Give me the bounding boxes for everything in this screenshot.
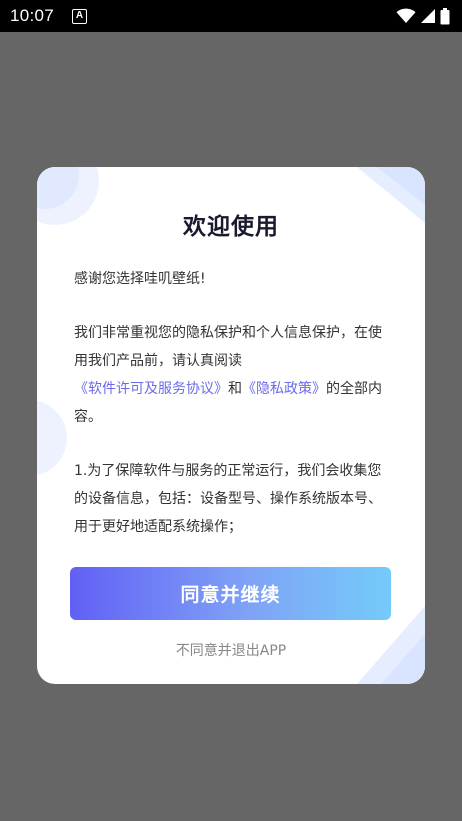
license-agreement-link[interactable]: 《软件许可及服务协议》 xyxy=(74,381,228,397)
privacy-policy-link[interactable]: 《隐私政策》 xyxy=(242,381,326,397)
battery-icon xyxy=(440,7,450,24)
notification-badge-icon: A xyxy=(72,8,88,24)
signal-icon xyxy=(421,9,435,23)
privacy-dialog: 欢迎使用 感谢您选择哇叽壁纸! 我们非常重视您的隐私保护和个人信息保护，在使用我… xyxy=(37,167,425,684)
status-bar: 10:07 A xyxy=(0,0,462,32)
collection-notice-text: 1.为了保障软件与服务的正常运行，我们会收集您的设备信息，包括：设备型号、操作系… xyxy=(74,463,382,535)
dialog-title: 欢迎使用 xyxy=(183,214,279,240)
conjunction-text: 和 xyxy=(228,381,242,397)
dialog-body: 感谢您选择哇叽壁纸! 我们非常重视您的隐私保护和个人信息保护，在使用我们产品前，… xyxy=(74,265,390,541)
decline-exit-button[interactable]: 不同意并退出APP xyxy=(37,640,425,660)
agree-continue-button[interactable]: 同意并继续 xyxy=(70,567,391,620)
greeting-text: 感谢您选择哇叽壁纸! xyxy=(74,271,206,287)
wifi-icon xyxy=(396,8,416,23)
privacy-text-prefix: 我们非常重视您的隐私保护和个人信息保护，在使用我们产品前，请认真阅读 xyxy=(74,325,382,369)
decorative-circle-left xyxy=(37,400,67,476)
privacy-paragraph: 我们非常重视您的隐私保护和个人信息保护，在使用我们产品前，请认真阅读《软件许可及… xyxy=(74,319,390,431)
status-icons xyxy=(396,7,450,25)
status-time: 10:07 xyxy=(10,6,55,25)
